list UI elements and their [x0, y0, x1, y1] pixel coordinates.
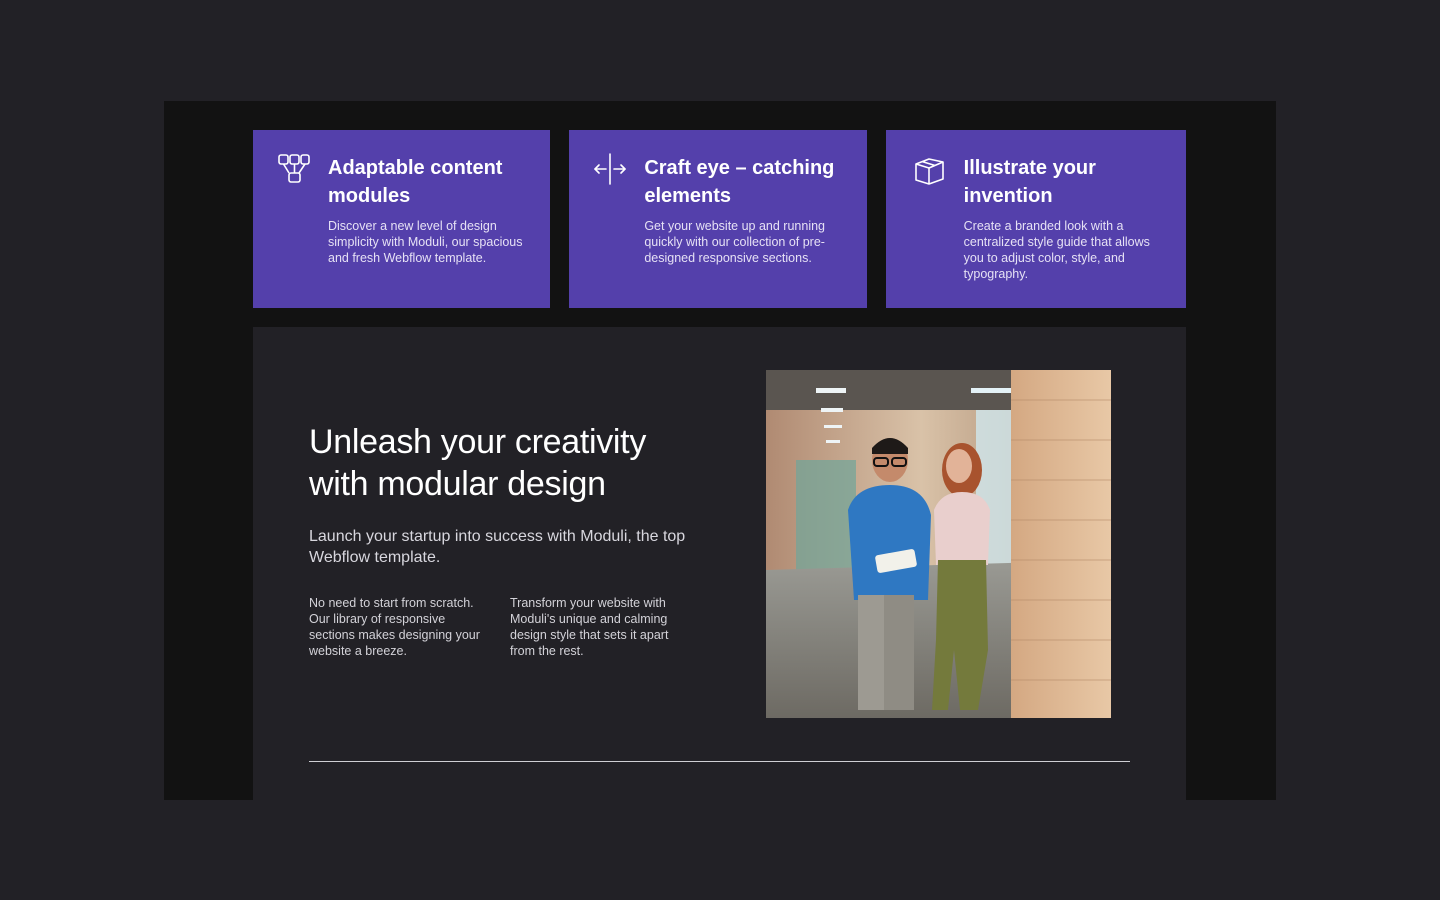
- card-craft-elements: Craft eye – catching elements Get your w…: [569, 130, 867, 308]
- card-description: Discover a new level of design simplicit…: [328, 219, 523, 265]
- card-title: Craft eye – catching elements: [644, 157, 835, 207]
- office-hallway-photo: [766, 370, 1111, 718]
- card-illustrate-invention: Illustrate your invention Create a brand…: [885, 130, 1186, 308]
- card-description: Get your website up and running quickly …: [644, 219, 825, 265]
- card-adaptable-modules: Adaptable content modules Discover a new…: [253, 130, 551, 308]
- card-title: Illustrate your invention: [963, 157, 1096, 207]
- card-title: Adaptable content modules: [328, 157, 503, 207]
- feature-headline: Unleash your creativity with modular des…: [309, 423, 647, 503]
- feature-cards: Adaptable content modules Discover a new…: [253, 130, 1186, 308]
- feature-section: Unleash your creativity with modular des…: [253, 327, 1186, 800]
- feature-lead: Launch your startup into success with Mo…: [309, 528, 686, 566]
- feature-column-1: No need to start from scratch. Our libra…: [309, 596, 480, 658]
- page-frame: Adaptable content modules Discover a new…: [164, 101, 1276, 800]
- cube-icon: [914, 158, 944, 185]
- modules-icon: [278, 154, 310, 183]
- card-description: Create a branded look with a centralized…: [963, 219, 1150, 281]
- arrows-horizontal-icon: [594, 153, 627, 185]
- feature-column-2: Transform your website with Moduli's uni…: [510, 596, 669, 658]
- section-divider: [309, 761, 1130, 762]
